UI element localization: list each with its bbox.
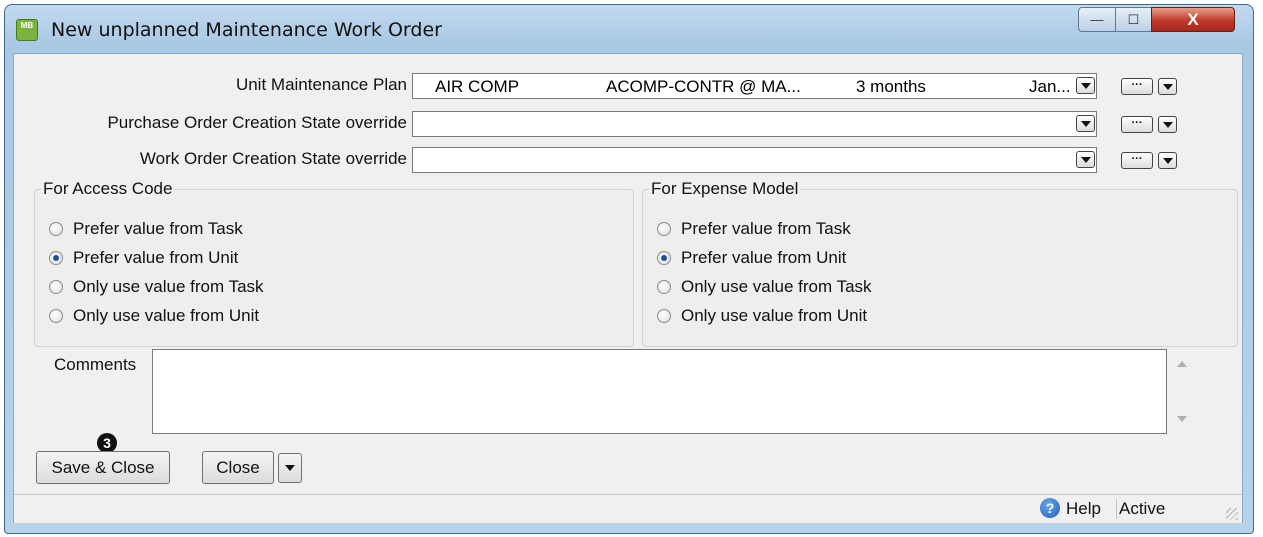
access-code-group: For Access Code Prefer value from Task P…: [34, 179, 634, 347]
po-state-lookup-button[interactable]: ···: [1121, 116, 1153, 133]
po-state-label: Purchase Order Creation State override: [107, 113, 407, 132]
radio-dot-selected-icon: [657, 251, 671, 265]
close-options-button[interactable]: [278, 453, 302, 483]
radio-dot-icon: [657, 222, 671, 236]
radio-label: Prefer value from Unit: [73, 248, 239, 267]
radio-dot-selected-icon: [49, 251, 63, 265]
unit-plan-lookup-button[interactable]: ···: [1121, 78, 1153, 95]
radio-label: Prefer value from Unit: [681, 248, 847, 267]
help-link[interactable]: Help: [1066, 499, 1101, 519]
radio-label: Prefer value from Task: [73, 219, 243, 238]
comments-label: Comments: [54, 355, 137, 374]
radio-dot-icon: [657, 280, 671, 294]
unit-plan-col2: ACOMP-CONTR @ MA...: [606, 77, 801, 96]
dialog-body: Unit Maintenance Plan AIR COMP ACOMP-CON…: [13, 53, 1243, 523]
access-code-title: For Access Code: [41, 179, 175, 199]
radio-dot-icon: [49, 309, 63, 323]
radio-dot-icon: [657, 309, 671, 323]
wo-state-dropdown-icon[interactable]: [1076, 151, 1095, 168]
expense-model-title: For Expense Model: [649, 179, 801, 199]
unit-plan-combo[interactable]: AIR COMP ACOMP-CONTR @ MA... 3 months Ja…: [412, 73, 1097, 99]
scroll-down-icon[interactable]: [1177, 416, 1187, 422]
unit-plan-dropdown-icon[interactable]: [1076, 77, 1095, 94]
radio-label: Only use value from Unit: [73, 306, 260, 325]
chevron-down-icon: [281, 460, 300, 477]
unit-plan-col3: 3 months: [856, 77, 926, 96]
resize-grip[interactable]: [1226, 508, 1238, 520]
status-bar: ? Help Active: [14, 494, 1242, 523]
wo-state-menu-dropdown-icon[interactable]: [1158, 152, 1177, 169]
radio-label: Only use value from Unit: [681, 306, 868, 325]
wo-state-lookup-button[interactable]: ···: [1121, 152, 1153, 169]
radio-dot-icon: [49, 280, 63, 294]
dialog-window: MB New unplanned Maintenance Work Order …: [4, 4, 1254, 534]
maximize-button[interactable]: ☐: [1115, 7, 1152, 32]
wo-state-combo[interactable]: [412, 147, 1097, 173]
step-marker-badge: 3: [97, 433, 117, 453]
po-state-combo[interactable]: [412, 111, 1097, 137]
expense-model-group: For Expense Model Prefer value from Task…: [642, 179, 1238, 347]
radio-label: Only use value from Task: [73, 277, 264, 296]
title-bar[interactable]: MB New unplanned Maintenance Work Order …: [5, 5, 1253, 53]
wo-state-label: Work Order Creation State override: [139, 149, 407, 168]
po-state-dropdown-icon[interactable]: [1076, 115, 1095, 132]
unit-plan-menu-dropdown-icon[interactable]: [1158, 78, 1177, 95]
app-icon: MB: [16, 19, 38, 41]
save-close-button[interactable]: Save & Close: [36, 451, 170, 484]
unit-plan-label: Unit Maintenance Plan: [235, 75, 407, 94]
comments-textarea[interactable]: [152, 349, 1167, 434]
window-title: New unplanned Maintenance Work Order: [51, 19, 442, 41]
radio-label: Only use value from Task: [681, 277, 872, 296]
unit-plan-col1: AIR COMP: [435, 77, 520, 96]
comments-scrollbar[interactable]: [1167, 349, 1197, 434]
status-active: Active: [1116, 499, 1165, 519]
radio-label: Prefer value from Task: [681, 219, 851, 238]
help-icon[interactable]: ?: [1040, 498, 1060, 518]
radio-dot-icon: [49, 222, 63, 236]
scroll-up-icon[interactable]: [1177, 361, 1187, 367]
unit-plan-col4: Jan...: [1029, 77, 1071, 96]
minimize-button[interactable]: —: [1078, 7, 1116, 32]
po-state-menu-dropdown-icon[interactable]: [1158, 116, 1177, 133]
close-window-button[interactable]: X: [1151, 7, 1235, 32]
close-button[interactable]: Close: [202, 451, 274, 484]
